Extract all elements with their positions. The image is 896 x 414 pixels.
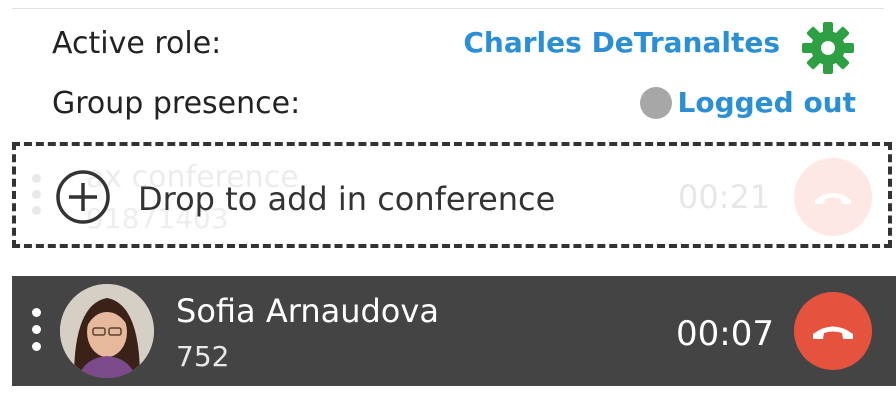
caller-name: Sofia Arnaudova bbox=[176, 292, 439, 330]
settings-gear-icon[interactable] bbox=[800, 20, 856, 76]
drag-handle-icon[interactable] bbox=[32, 308, 41, 351]
top-divider bbox=[12, 8, 884, 9]
drop-zone-text: Drop to add in conference bbox=[138, 180, 556, 218]
group-presence-label: Group presence: bbox=[52, 86, 301, 121]
call-timer: 00:07 bbox=[676, 314, 774, 354]
plus-circle-icon bbox=[54, 168, 112, 226]
presence-status-icon bbox=[639, 86, 672, 119]
conference-drop-zone[interactable]: Drop to add in conference bbox=[12, 142, 892, 248]
active-call-row[interactable]: Sofia Arnaudova 752 00:07 bbox=[12, 276, 896, 386]
hangup-button[interactable] bbox=[794, 292, 872, 370]
caller-number: 752 bbox=[176, 340, 230, 373]
caller-avatar bbox=[60, 284, 154, 378]
active-role-label: Active role: bbox=[52, 26, 222, 61]
presence-status-label: Logged out bbox=[677, 86, 857, 119]
active-role-link[interactable]: Charles DeTranaltes bbox=[463, 26, 780, 59]
group-presence-status[interactable]: Logged out bbox=[639, 86, 857, 119]
